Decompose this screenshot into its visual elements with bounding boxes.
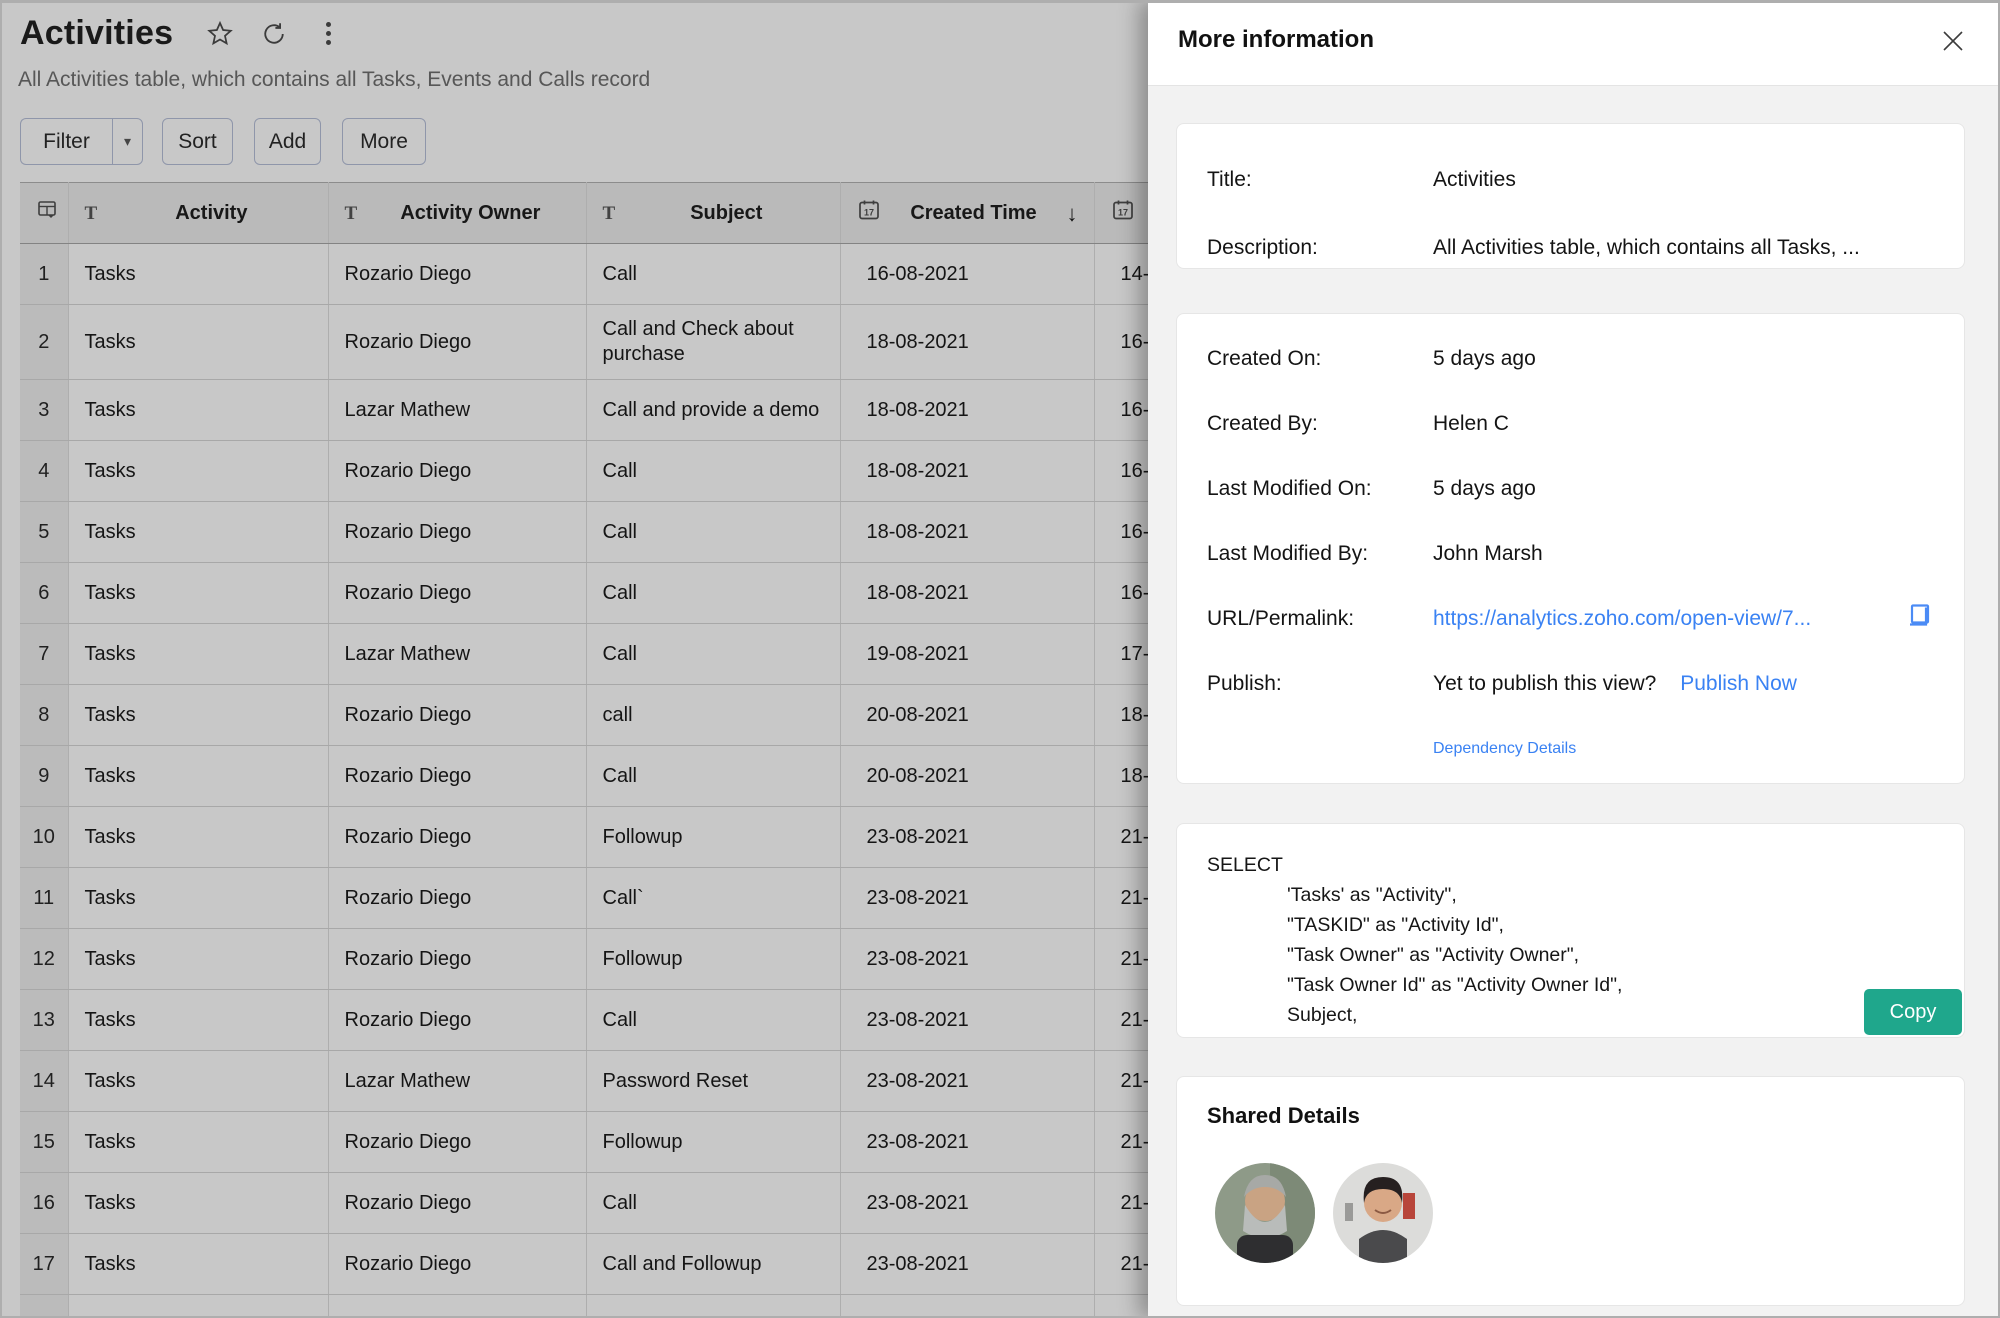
created-on-label: Created On: xyxy=(1207,346,1322,370)
more-information-panel: More information Title: Activities Descr… xyxy=(1148,0,2000,1318)
modal-dim-overlay[interactable] xyxy=(0,0,1148,1318)
created-on-value: 5 days ago xyxy=(1433,346,1536,370)
panel-header: More information xyxy=(1148,0,2000,86)
metadata-card: Created On: 5 days ago Created By: Helen… xyxy=(1176,313,1965,784)
last-modified-by-value: John Marsh xyxy=(1433,541,1543,565)
copy-sql-button[interactable]: Copy xyxy=(1864,989,1962,1035)
title-description-card: Title: Activities Description: All Activ… xyxy=(1176,123,1965,269)
last-modified-on-label: Last Modified On: xyxy=(1207,476,1372,500)
created-by-value: Helen C xyxy=(1433,411,1509,435)
permalink-url-link[interactable]: https://analytics.zoho.com/open-view/7..… xyxy=(1433,607,1892,631)
publish-status-text: Yet to publish this view? xyxy=(1433,671,1657,695)
created-by-label: Created By: xyxy=(1207,411,1318,435)
title-label: Title: xyxy=(1207,168,1252,191)
publish-now-link[interactable]: Publish Now xyxy=(1680,672,1797,695)
publish-label: Publish: xyxy=(1207,671,1282,695)
close-icon[interactable] xyxy=(1934,22,1972,60)
last-modified-by-label: Last Modified By: xyxy=(1207,541,1369,565)
shared-user-avatar[interactable] xyxy=(1333,1163,1433,1263)
description-label: Description: xyxy=(1207,236,1318,259)
copy-url-icon[interactable] xyxy=(1904,601,1934,637)
shared-details-card: Shared Details xyxy=(1176,1076,1965,1306)
dependency-details-link[interactable]: Dependency Details xyxy=(1433,740,1576,758)
panel-title: More information xyxy=(1178,26,1374,53)
url-permalink-label: URL/Permalink: xyxy=(1207,606,1355,630)
shared-user-avatar[interactable] xyxy=(1215,1163,1315,1263)
title-value: Activities xyxy=(1433,168,1516,191)
last-modified-on-value: 5 days ago xyxy=(1433,476,1536,500)
sql-query-text: SELECT 'Tasks' as "Activity", "TASKID" as … xyxy=(1207,854,1623,1037)
shared-details-title: Shared Details xyxy=(1207,1103,1360,1128)
sql-query-card: SELECT 'Tasks' as "Activity", "TASKID" as … xyxy=(1176,823,1965,1038)
description-value: All Activities table, which contains all… xyxy=(1433,236,1860,259)
